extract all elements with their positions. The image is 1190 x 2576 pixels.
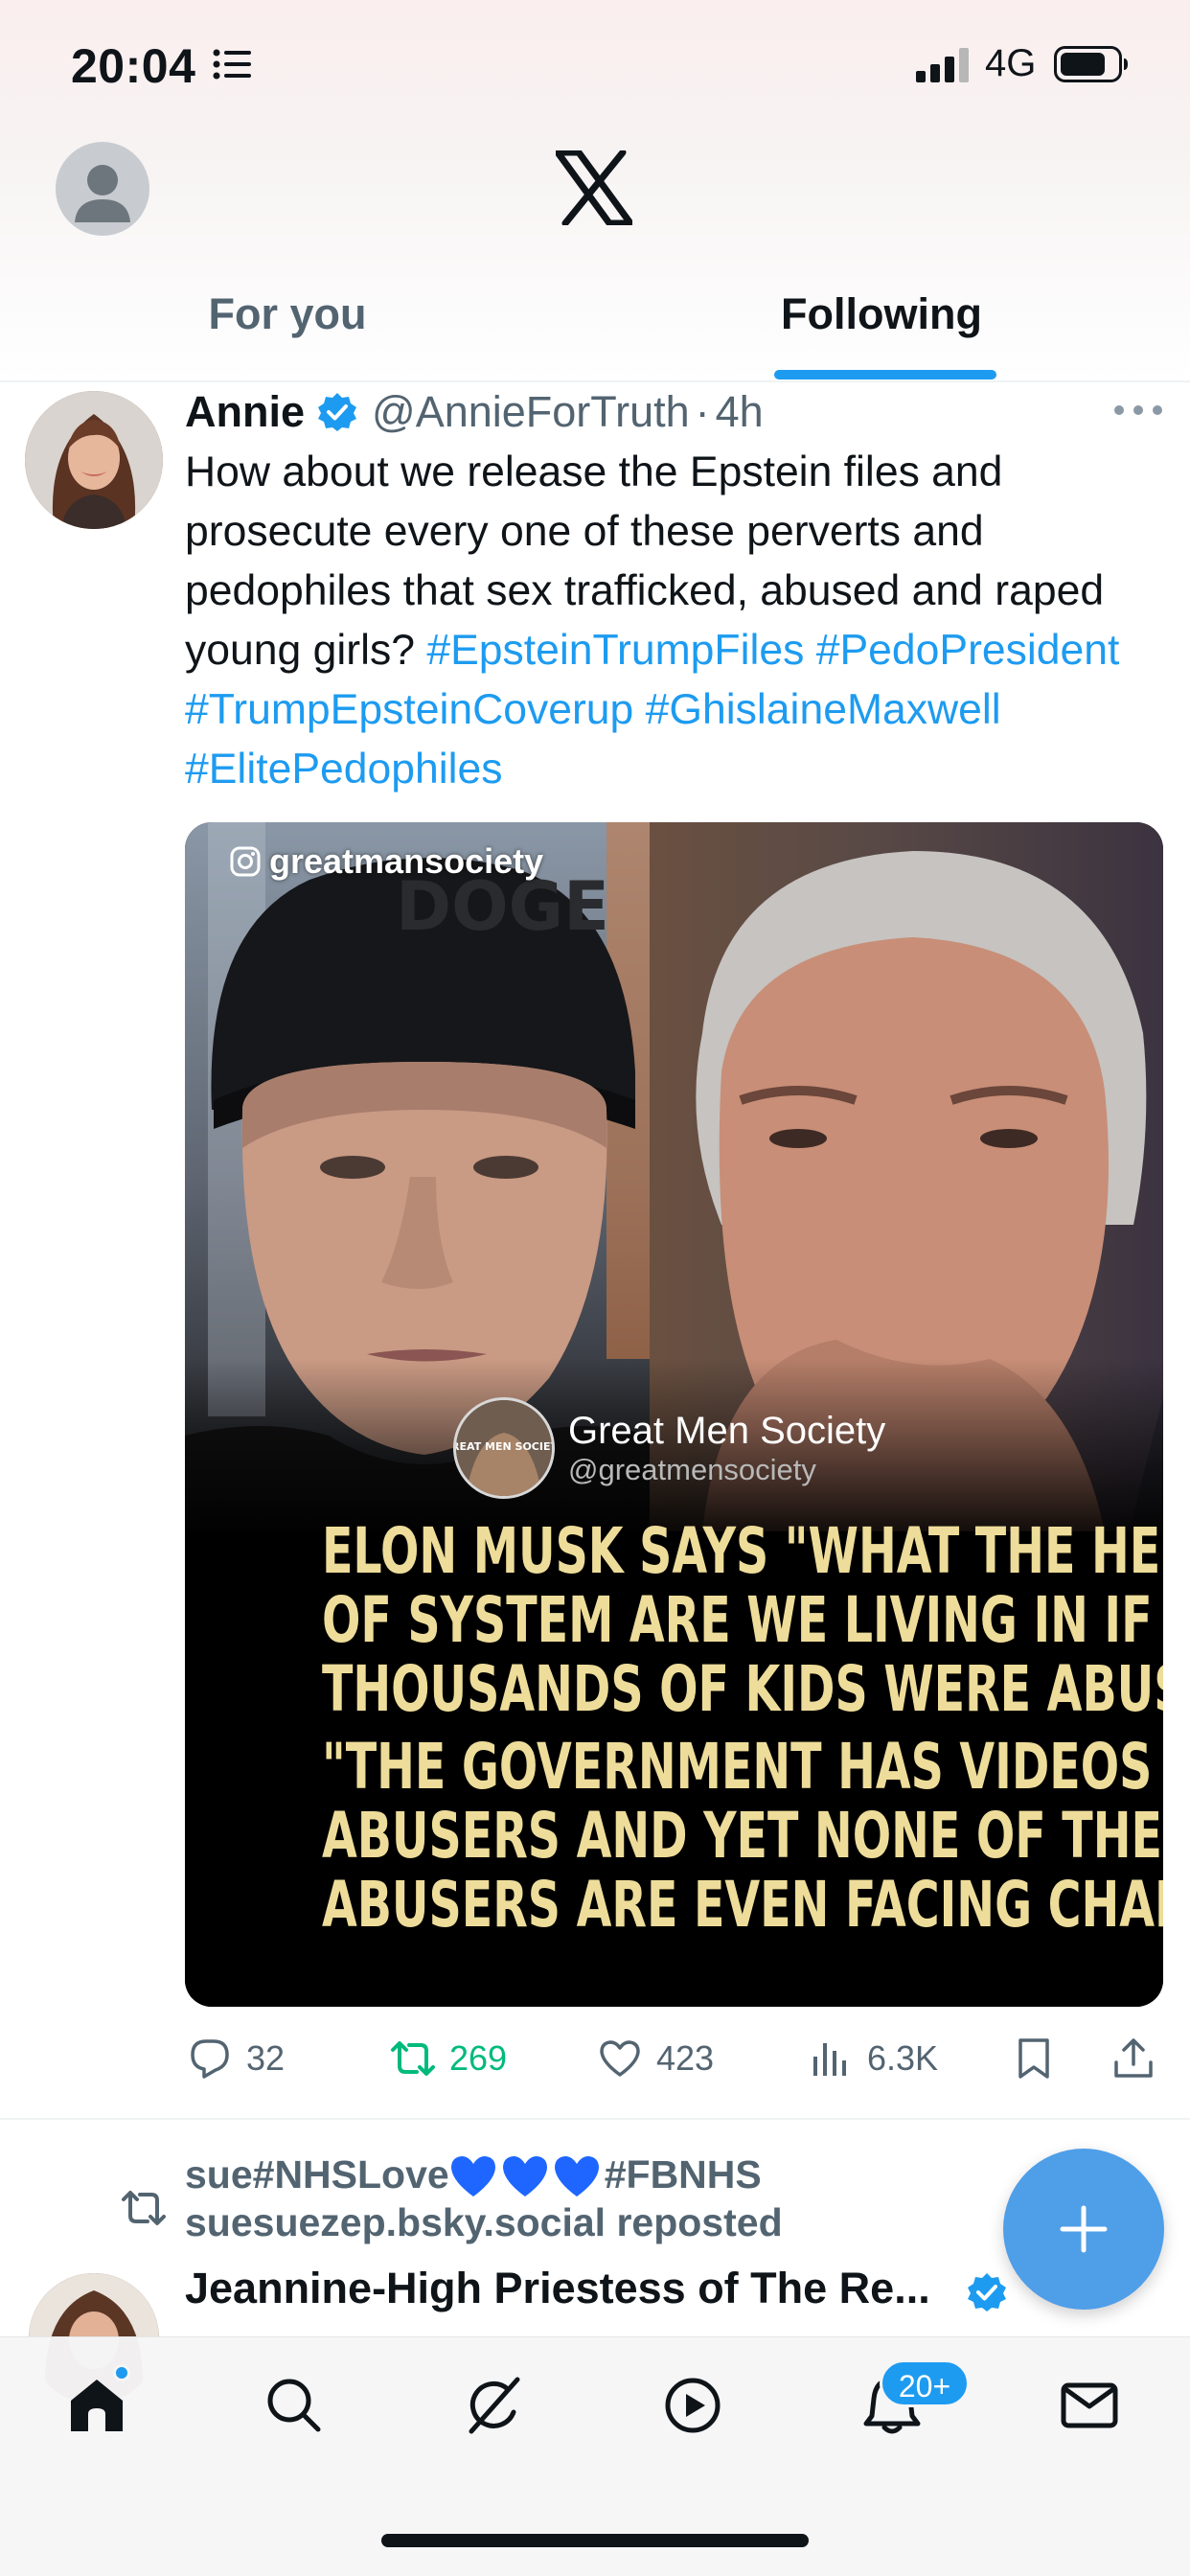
reply-icon — [191, 2039, 229, 2079]
search-icon — [267, 2379, 321, 2432]
tweet-text: How about we release the Epstein files a… — [185, 443, 1153, 799]
tab-search[interactable] — [261, 2372, 337, 2449]
separator: · — [695, 387, 710, 436]
tweet[interactable]: Annie @AnnieForTruth · 4h How about we r… — [0, 383, 1190, 2120]
caption-line: ABUSERS AND YET NONE OF THE — [321, 1799, 1162, 1873]
battery-icon — [1054, 46, 1128, 82]
tweet-media-image[interactable]: DOGE greatmansociety GREAT MEN SOCIETY — [185, 822, 1163, 2007]
caption-line: ABUSERS ARE EVEN FACING CHARGES!?" — [321, 1868, 1163, 1942]
source-avatar-text: GREAT MEN SOCIETY — [456, 1440, 552, 1453]
hashtag-link[interactable]: #PedoPresident — [816, 627, 1120, 674]
tweet-time[interactable]: 4h — [716, 387, 764, 437]
tweet-divider — [0, 2118, 1190, 2120]
repost-by-line: suesuezep.bsky.social reposted — [185, 2200, 783, 2244]
verified-badge-icon — [318, 393, 357, 431]
share-icon — [1114, 2038, 1153, 2078]
signal-icon — [916, 48, 969, 82]
like-count: 423 — [656, 2038, 715, 2078]
blue-heart-icon — [502, 2156, 547, 2197]
tab-for-you[interactable]: For you — [115, 289, 460, 381]
source-avatar: GREAT MEN SOCIETY — [453, 1397, 555, 1499]
hashtag-link[interactable]: #ElitePedophiles — [185, 746, 503, 793]
repost-tag: #FBNHS — [604, 2152, 762, 2196]
next-author-name[interactable]: Jeannine-High Priestess of The Re... — [185, 2264, 930, 2313]
views-icon — [813, 2043, 846, 2076]
caption-line: "THE GOVERNMENT HAS VIDEOS OF THE — [321, 1730, 1163, 1804]
tab-following[interactable]: Following — [719, 289, 1044, 381]
tab-grok[interactable] — [460, 2372, 537, 2449]
heart-icon — [600, 2040, 640, 2077]
grok-icon — [469, 2377, 520, 2434]
source-handle: @greatmensociety — [568, 1453, 816, 1486]
profile-avatar[interactable] — [56, 142, 149, 236]
repost-button[interactable]: 269 — [390, 2030, 507, 2087]
compose-post-button[interactable] — [1003, 2149, 1164, 2310]
reply-count: 32 — [246, 2038, 286, 2078]
hashtag-link[interactable]: #GhislaineMaxwell — [646, 686, 1001, 733]
repost-user: sue#NHSLove — [185, 2152, 449, 2196]
x-logo-icon[interactable] — [556, 150, 632, 225]
blue-heart-icon — [554, 2156, 599, 2197]
feed-tabs: For you Following — [0, 274, 1190, 381]
views-button[interactable]: 6.3K — [808, 2030, 938, 2087]
tab-video[interactable] — [659, 2372, 736, 2449]
more-options-icon[interactable] — [1111, 402, 1165, 418]
repost-user-line: sue#NHSLove #FBNHS — [185, 2150, 762, 2201]
hashtag-link[interactable]: #TrumpEpsteinCoverup — [185, 686, 633, 733]
author-name[interactable]: Annie — [185, 387, 305, 437]
play-icon — [665, 2378, 721, 2433]
home-indicator[interactable] — [381, 2534, 809, 2547]
source-avatar-graphic: GREAT MEN SOCIETY — [456, 1400, 552, 1496]
reply-button[interactable]: 32 — [187, 2030, 285, 2087]
like-button[interactable]: 423 — [597, 2030, 714, 2087]
repost-context-icon — [122, 2191, 166, 2225]
tweet-actions: 32 269 423 6.3K — [185, 2030, 1162, 2087]
tabs-divider — [0, 380, 1190, 382]
tab-messages[interactable] — [1056, 2372, 1133, 2449]
media-watermark: greatmansociety — [229, 841, 543, 882]
caption-quote-1: ELON MUSK SAYS "WHAT THE HELL KIND OF SY… — [321, 1514, 1163, 1726]
notifications-badge: 20+ — [880, 2359, 970, 2407]
network-label: 4G — [985, 42, 1037, 84]
share-button[interactable] — [1110, 2030, 1170, 2087]
default-avatar-icon — [75, 165, 130, 222]
bookmark-icon — [1018, 2038, 1049, 2079]
views-count: 6.3K — [867, 2038, 939, 2078]
plus-icon — [1060, 2205, 1108, 2253]
bookmark-button[interactable] — [1011, 2030, 1070, 2087]
repost-count: 269 — [449, 2038, 508, 2078]
list-icon — [213, 49, 251, 80]
new-posts-dot — [113, 2364, 130, 2381]
caption-line: OF SYSTEM ARE WE LIVING IN IF — [321, 1583, 1153, 1657]
blue-hearts — [449, 2153, 605, 2201]
caption-line: ELON MUSK SAYS "WHAT THE HELL KIND — [321, 1514, 1163, 1588]
repost-icon — [391, 2041, 435, 2076]
tab-home[interactable] — [63, 2364, 140, 2449]
verified-badge-icon — [968, 2273, 1006, 2312]
home-icon — [71, 2380, 123, 2431]
source-name: Great Men Society — [568, 1410, 886, 1452]
hashtag-link[interactable]: #EpsteinTrumpFiles — [426, 627, 804, 674]
media-source: GREAT MEN SOCIETY Great Men Society @gre… — [453, 1397, 885, 1499]
mail-icon — [1061, 2382, 1118, 2428]
top-chrome: 20:04 4G For you Following — [0, 0, 1190, 382]
instagram-icon — [230, 846, 261, 877]
caption-line: THOUSANDS OF KIDS WERE ABUSED." — [321, 1652, 1163, 1726]
status-bar: 20:04 4G — [0, 0, 1190, 128]
media-overlay: greatmansociety GREAT MEN SOCIETY Great … — [185, 822, 1163, 2007]
author-handle[interactable]: @AnnieForTruth — [372, 387, 690, 437]
author-photo — [25, 391, 163, 529]
watermark-text: greatmansociety — [269, 841, 544, 881]
blue-heart-icon — [450, 2156, 495, 2197]
tab-active-indicator — [774, 370, 996, 380]
caption-quote-2: "THE GOVERNMENT HAS VIDEOS OF THE ABUSER… — [321, 1730, 1163, 1942]
author-avatar[interactable] — [25, 391, 163, 529]
tweet-header: Annie @AnnieForTruth · 4h — [185, 383, 764, 441]
status-time: 20:04 — [71, 39, 196, 93]
